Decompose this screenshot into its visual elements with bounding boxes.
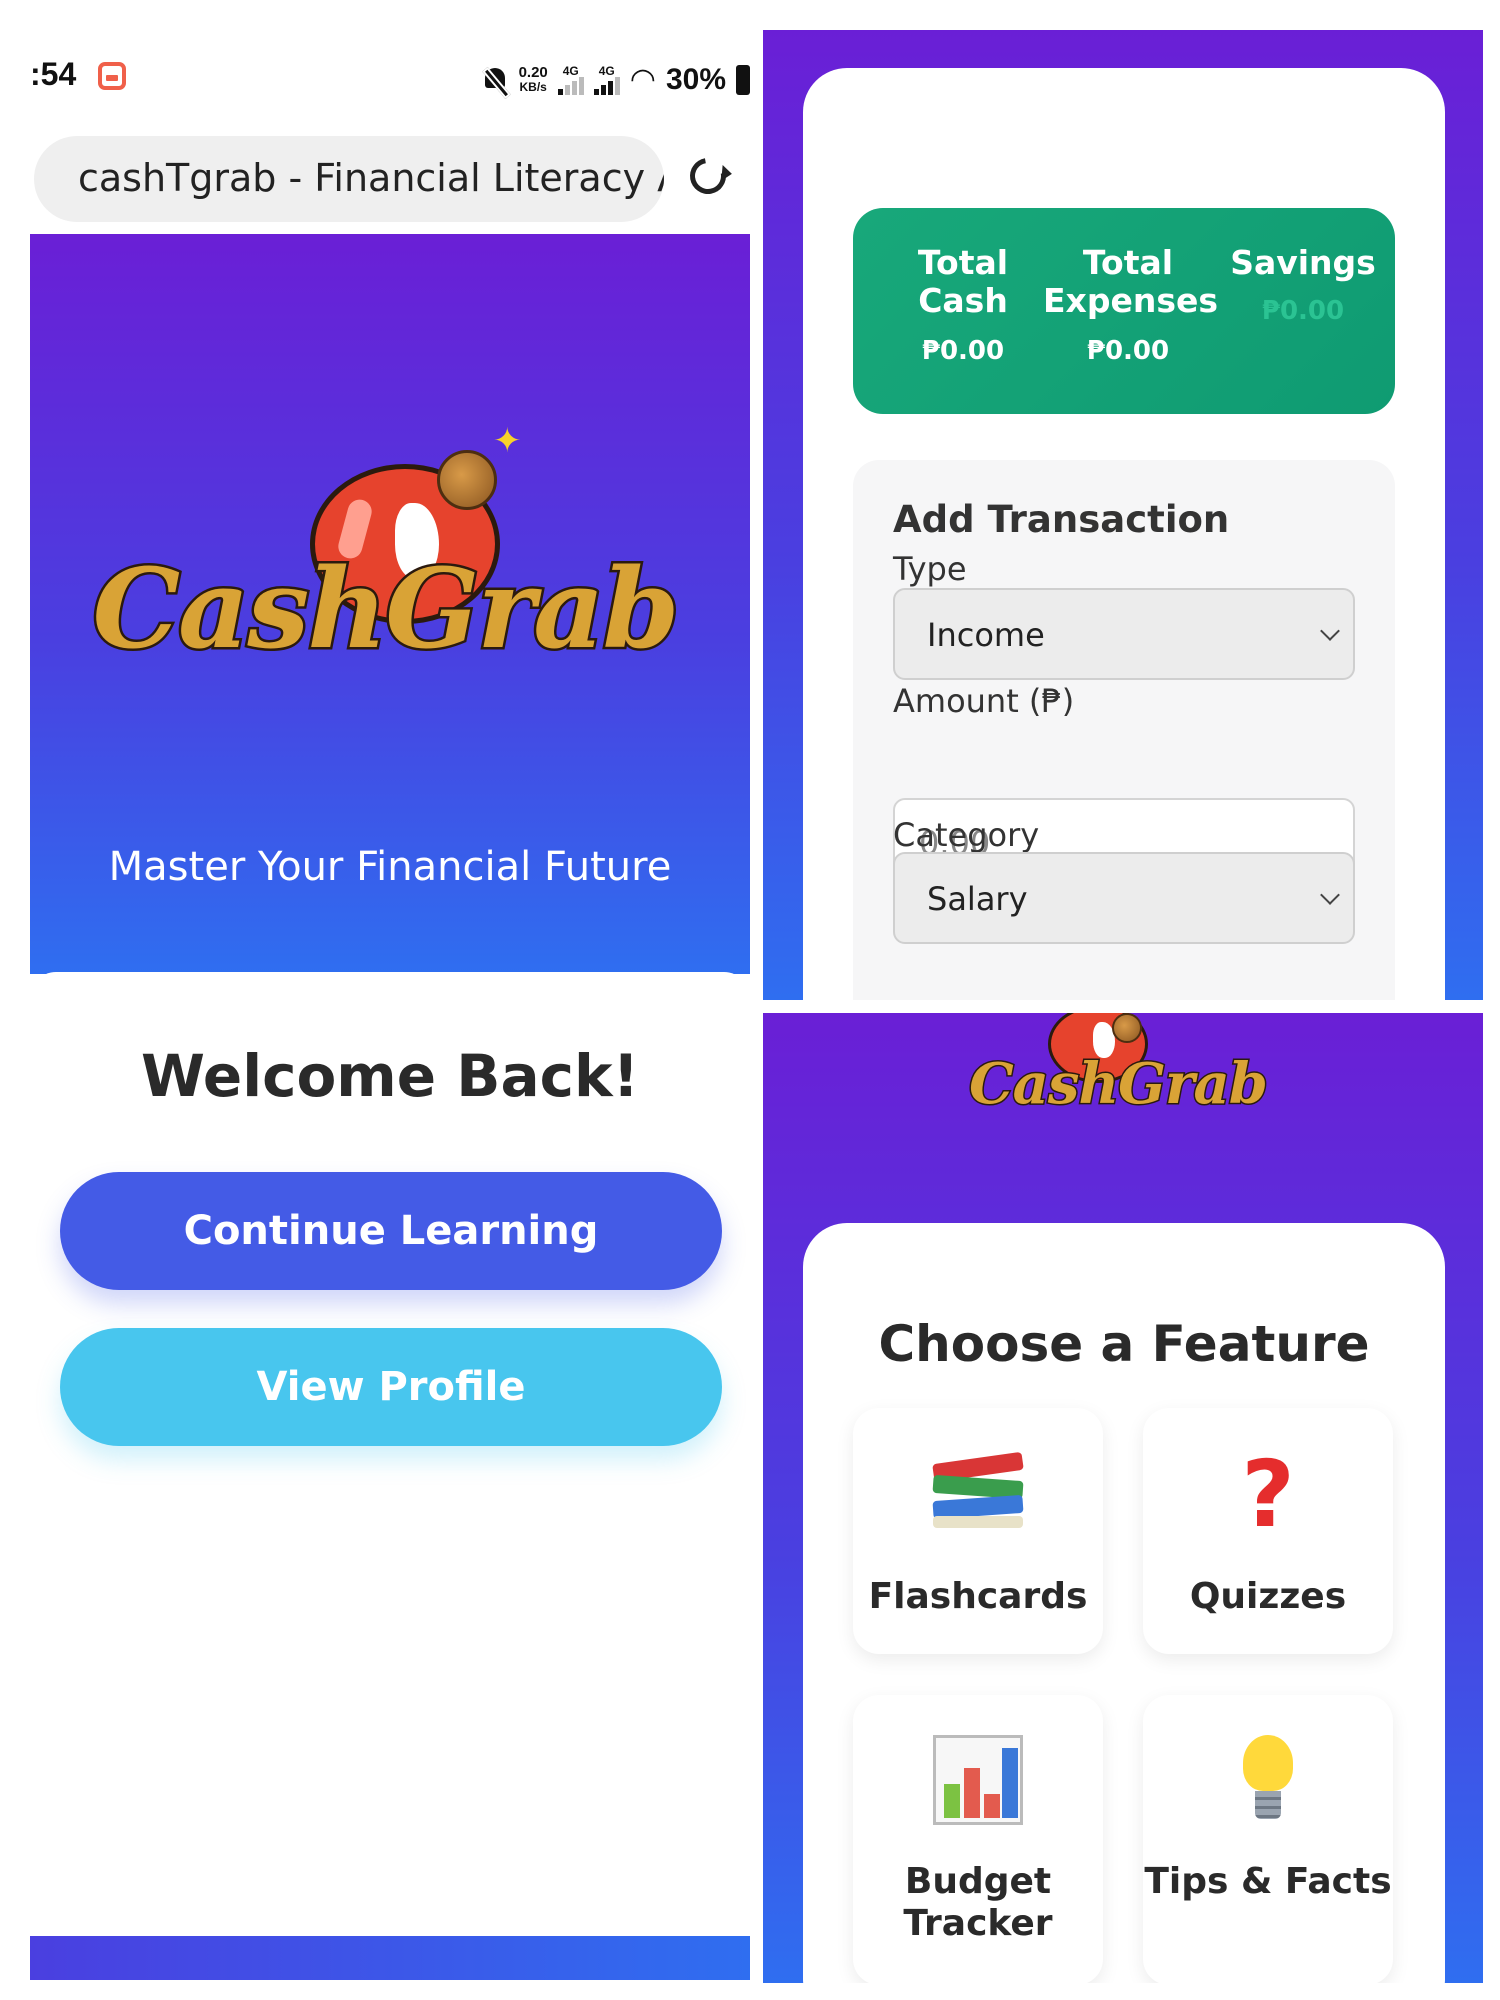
total-expenses-stat: Total Expenses ₱0.00 bbox=[1043, 243, 1218, 367]
signal-1-label: 4G bbox=[562, 64, 579, 78]
bar-chart-icon bbox=[933, 1735, 1023, 1825]
savings-stat: Savings ₱0.00 bbox=[1223, 243, 1383, 327]
continue-learning-button[interactable]: Continue Learning bbox=[60, 1172, 722, 1290]
status-icons: 0.20 KB/s 4G 4G ◠ 30% bbox=[481, 52, 750, 108]
status-bar: :54 0.20 KB/s 4G 4G ◠ 30% bbox=[30, 52, 750, 108]
battery-icon bbox=[736, 65, 750, 95]
quizzes-label: Quizzes bbox=[1189, 1576, 1347, 1617]
signal-bars-icon bbox=[593, 77, 620, 95]
welcome-heading: Welcome Back! bbox=[140, 1042, 640, 1110]
mute-bell-icon bbox=[481, 65, 509, 95]
add-transaction-form: Add Transaction Type Income Amount (₱) C… bbox=[853, 460, 1395, 1000]
total-cash-value: ₱0.00 bbox=[921, 336, 1005, 366]
question-mark-icon: ? bbox=[1241, 1441, 1295, 1548]
flashcards-label: Flashcards bbox=[868, 1576, 1088, 1617]
amount-label: Amount (₱) bbox=[893, 682, 1075, 720]
reload-icon[interactable] bbox=[682, 150, 734, 202]
type-select-value: Income bbox=[927, 616, 1045, 654]
address-bar[interactable]: cashTgrab - Financial Literacy Ap bbox=[34, 136, 664, 222]
coin-icon bbox=[437, 450, 497, 510]
flashcards-tile[interactable]: Flashcards bbox=[853, 1408, 1103, 1654]
budget-card: Total Cash ₱0.00 Total Expenses ₱0.00 Sa… bbox=[803, 68, 1445, 1000]
app-landing-panel: :54 0.20 KB/s 4G 4G ◠ 30% cashTgrab - Fi… bbox=[30, 0, 750, 1000]
chevron-down-icon bbox=[1320, 885, 1340, 905]
type-select[interactable]: Income bbox=[893, 588, 1355, 680]
tips-facts-label: Tips & Facts bbox=[1144, 1861, 1392, 1902]
signal-1: 4G bbox=[557, 64, 584, 95]
tagline: Master Your Financial Future bbox=[108, 844, 672, 890]
budget-tracker-tile[interactable]: Budget Tracker bbox=[853, 1695, 1103, 1983]
footer-strip bbox=[30, 1936, 750, 1980]
category-label: Category bbox=[893, 816, 1040, 854]
category-select[interactable]: Salary bbox=[893, 852, 1355, 944]
logo-wordmark: CashGrab bbox=[968, 1050, 1270, 1119]
summary-stats: Total Cash ₱0.00 Total Expenses ₱0.00 Sa… bbox=[853, 208, 1395, 414]
page-title-in-address-bar: cashTgrab - Financial Literacy Ap bbox=[78, 156, 664, 200]
view-profile-button[interactable]: View Profile bbox=[60, 1328, 722, 1446]
welcome-panel: Welcome Back! Continue Learning View Pro… bbox=[30, 980, 750, 1980]
network-speed: 0.20 KB/s bbox=[519, 65, 548, 95]
chevron-down-icon bbox=[1320, 621, 1340, 641]
form-title: Add Transaction bbox=[893, 498, 1230, 541]
quizzes-tile[interactable]: ? Quizzes bbox=[1143, 1408, 1393, 1654]
notification-app-icon bbox=[98, 62, 126, 90]
total-cash-label: Total Cash bbox=[917, 243, 1009, 320]
signal-2-label: 4G bbox=[598, 64, 615, 78]
light-bulb-icon bbox=[1243, 1735, 1293, 1825]
logo-wordmark: CashGrab bbox=[90, 542, 682, 676]
tips-facts-tile[interactable]: Tips & Facts bbox=[1143, 1695, 1393, 1983]
network-speed-value: 0.20 bbox=[518, 64, 548, 81]
sparkle-icon: ✦ bbox=[493, 421, 522, 461]
savings-label: Savings bbox=[1230, 243, 1376, 282]
feature-card: Choose a Feature Flashcards ? Quizzes Bu… bbox=[803, 1223, 1445, 1983]
cashgrab-logo: ✦ CashGrab bbox=[85, 424, 685, 704]
savings-value: ₱0.00 bbox=[1261, 296, 1345, 326]
coin-icon bbox=[1112, 1013, 1142, 1043]
signal-bars-icon bbox=[557, 77, 584, 95]
signal-2: 4G bbox=[593, 64, 620, 95]
total-expenses-label: Total Expenses bbox=[1043, 243, 1218, 320]
budget-tracker-label: Budget Tracker bbox=[903, 1861, 1053, 1944]
cashgrab-logo: CashGrab bbox=[968, 1013, 1270, 1133]
books-icon bbox=[932, 1451, 1024, 1538]
budget-tracker-panel: Total Cash ₱0.00 Total Expenses ₱0.00 Sa… bbox=[763, 30, 1483, 1000]
status-time: :54 bbox=[30, 56, 77, 92]
category-select-value: Salary bbox=[927, 880, 1028, 918]
network-speed-unit: KB/s bbox=[519, 80, 547, 94]
total-cash-stat: Total Cash ₱0.00 bbox=[893, 243, 1033, 367]
wifi-icon: ◠ bbox=[629, 63, 656, 96]
total-expenses-value: ₱0.00 bbox=[1086, 336, 1170, 366]
feature-heading: Choose a Feature bbox=[878, 1315, 1370, 1373]
battery-percent: 30% bbox=[665, 63, 726, 96]
hero-banner: ✦ CashGrab Master Your Financial Future bbox=[30, 234, 750, 974]
feature-chooser-panel: CashGrab Choose a Feature Flashcards ? Q… bbox=[763, 1013, 1483, 1983]
type-label: Type bbox=[893, 550, 967, 588]
